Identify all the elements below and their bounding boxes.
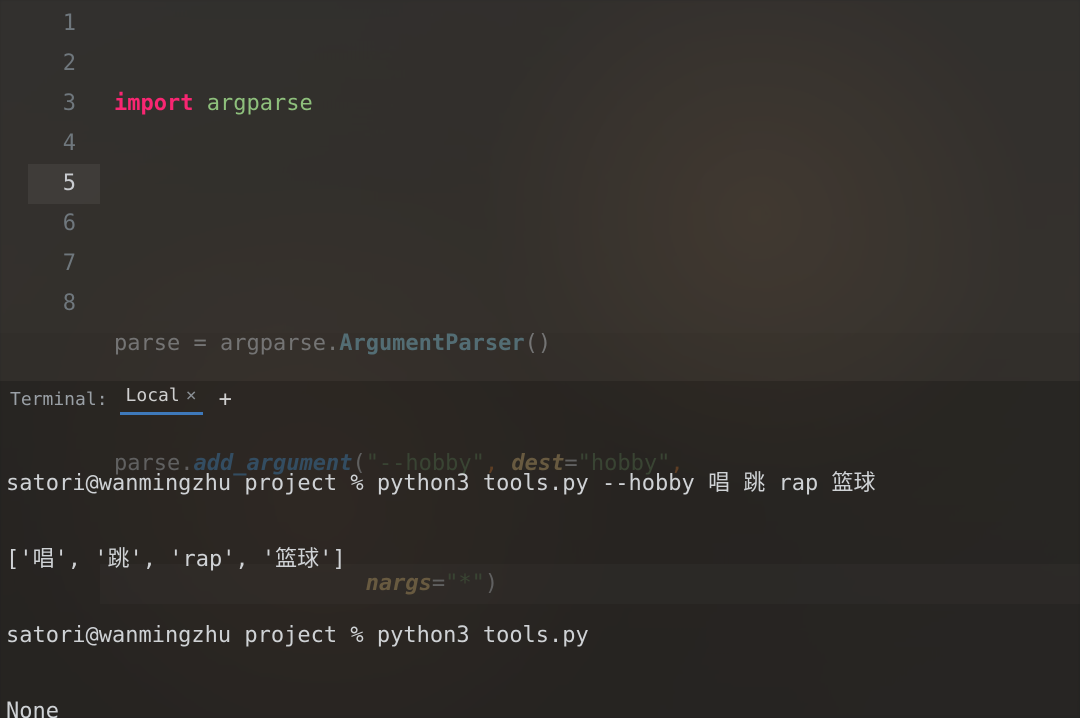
line-number: 1: [28, 4, 100, 44]
space: [193, 91, 206, 116]
add-terminal-button[interactable]: +: [211, 387, 240, 412]
line-number: 4: [28, 124, 100, 164]
line-number-gutter: 1 2 3 4 5 6 7 8: [28, 0, 100, 333]
terminal-tab-local[interactable]: Local ×: [120, 383, 203, 415]
line-number: 8: [28, 284, 100, 324]
terminal-output[interactable]: satori@wanmingzhu project % python3 tool…: [0, 417, 1080, 718]
keyword-import: import: [114, 91, 193, 116]
code-line[interactable]: import argparse: [100, 84, 1080, 124]
terminal-panel: Terminal: Local × + satori@wanmingzhu pr…: [0, 381, 1080, 718]
terminal-line: satori@wanmingzhu project % python3 tool…: [6, 617, 1074, 655]
terminal-line: None: [6, 693, 1074, 718]
terminal-line: satori@wanmingzhu project % python3 tool…: [6, 465, 1074, 503]
code-line[interactable]: [100, 204, 1080, 244]
terminal-label: Terminal:: [6, 389, 112, 410]
line-number: 5: [28, 164, 100, 204]
terminal-line: ['唱', '跳', 'rap', '篮球']: [6, 541, 1074, 579]
panel-splitter[interactable]: [0, 333, 1080, 381]
line-number: 6: [28, 204, 100, 244]
line-number: 7: [28, 244, 100, 284]
code-area[interactable]: import argparse parse = argparse.Argumen…: [100, 0, 1080, 333]
line-number: 2: [28, 44, 100, 84]
terminal-tab-title: Local: [126, 385, 180, 406]
close-icon[interactable]: ×: [186, 385, 197, 406]
terminal-tab-bar: Terminal: Local × +: [0, 381, 1080, 417]
line-number: 3: [28, 84, 100, 124]
code-editor[interactable]: 1 2 3 4 5 6 7 8 import argparse parse = …: [0, 0, 1080, 333]
module-name: argparse: [207, 91, 313, 116]
gutter-left-margin: [0, 0, 28, 333]
